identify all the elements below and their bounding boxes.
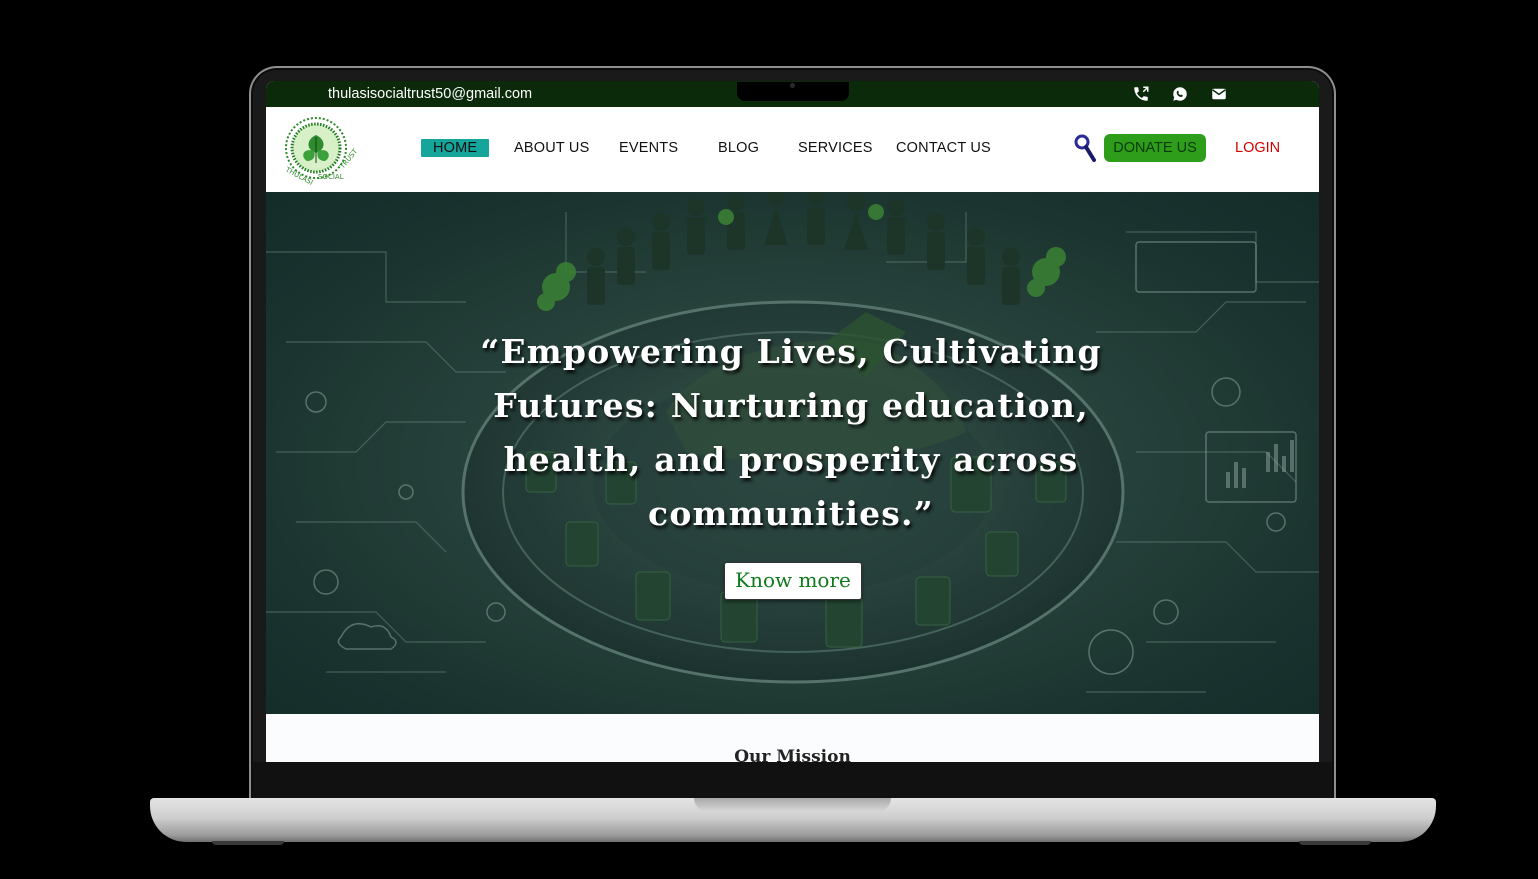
laptop-foot xyxy=(212,841,284,845)
login-link[interactable]: LOGIN xyxy=(1235,140,1280,156)
camera-notch xyxy=(737,82,849,101)
main-navbar: THULASI SOCIAL TRUST HOME ABOUT US EVENT… xyxy=(266,107,1319,192)
browser-screen: thulasisocialtrust50@gmail.com THULASI S… xyxy=(266,81,1319,762)
hero-quote: “Empowering Lives, Cultivating Futures: … xyxy=(480,332,1102,533)
donate-button[interactable]: DONATE US xyxy=(1104,134,1206,162)
mission-heading: Our Mission xyxy=(734,747,851,762)
laptop-base-notch xyxy=(694,798,891,812)
nav-contact-us[interactable]: CONTACT US xyxy=(896,139,991,157)
search-icon[interactable] xyxy=(1074,133,1098,163)
svg-text:SOCIAL: SOCIAL xyxy=(318,173,344,181)
trust-logo[interactable]: THULASI SOCIAL TRUST xyxy=(273,113,361,187)
nav-events[interactable]: EVENTS xyxy=(619,139,678,157)
laptop-bottom-bezel xyxy=(253,762,1332,798)
nav-services[interactable]: SERVICES xyxy=(798,139,873,157)
laptop-foot xyxy=(1299,841,1371,845)
know-more-button[interactable]: Know more xyxy=(724,562,862,600)
whatsapp-icon[interactable] xyxy=(1169,83,1191,105)
nav-blog[interactable]: BLOG xyxy=(718,139,759,157)
phone-icon[interactable] xyxy=(1130,83,1152,105)
nav-home[interactable]: HOME xyxy=(421,139,490,157)
camera-icon xyxy=(790,83,795,88)
svg-text:TRUST: TRUST xyxy=(338,147,360,171)
contact-email-link[interactable]: thulasisocialtrust50@gmail.com xyxy=(328,86,532,102)
hero-banner: “Empowering Lives, Cultivating Futures: … xyxy=(266,192,1319,714)
mail-icon[interactable] xyxy=(1208,83,1230,105)
nav-about-us[interactable]: ABOUT US xyxy=(514,139,589,157)
